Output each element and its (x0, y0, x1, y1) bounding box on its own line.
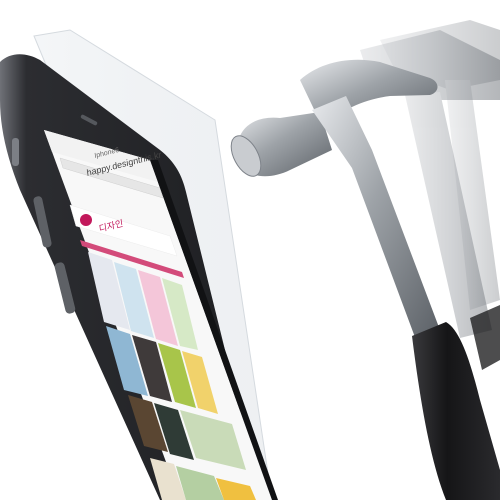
silent-switch (12, 138, 19, 166)
site-logo-icon (80, 214, 92, 226)
photo-illustration (0, 20, 500, 500)
product-photo: Iphone6 happy.designthis.kr 디자인 (0, 0, 500, 500)
